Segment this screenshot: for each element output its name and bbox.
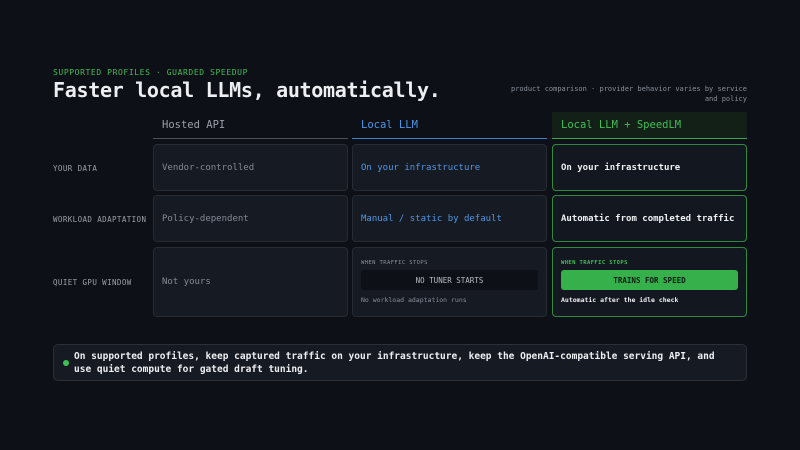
cell-text: Not yours — [162, 277, 211, 287]
summary-text: On supported profiles, keep captured tra… — [74, 350, 715, 375]
column-header-hosted-api: Hosted API — [153, 112, 348, 139]
cell-gpu-local: WHEN TRAFFIC STOPS NO TUNER STARTS No wo… — [352, 247, 547, 317]
row-label-workload-adaptation: WORKLOAD ADAPTATION — [53, 215, 147, 224]
cell-data-speedlm: On your infrastructure — [552, 144, 747, 191]
no-tuner-status: NO TUNER STARTS — [361, 270, 538, 290]
cell-gpu-speedlm: WHEN TRAFFIC STOPS TRAINS FOR SPEED Auto… — [552, 247, 747, 317]
cell-workload-hosted: Policy-dependent — [153, 195, 348, 242]
trains-for-speed-badge: TRAINS FOR SPEED — [561, 270, 738, 290]
cell-footnote: Automatic after the idle check — [561, 296, 679, 304]
cell-text: Vendor-controlled — [162, 162, 255, 173]
cell-text: On your infrastructure — [561, 162, 681, 173]
cell-workload-speedlm: Automatic from completed traffic — [552, 195, 747, 242]
cell-data-local: On your infrastructure — [352, 144, 547, 191]
cell-text: On your infrastructure — [361, 162, 481, 173]
cell-text: Policy-dependent — [162, 213, 249, 224]
cell-text: Manual / static by default — [361, 213, 502, 224]
column-header-local-llm: Local LLM — [352, 112, 547, 139]
cell-text: Automatic from completed traffic — [561, 213, 735, 224]
eyebrow-label: SUPPORTED PROFILES · GUARDED SPEEDUP — [53, 68, 248, 77]
status-dot-icon — [63, 359, 69, 366]
cell-data-hosted: Vendor-controlled — [153, 144, 348, 191]
cell-footnote: No workload adaptation runs — [361, 296, 467, 304]
row-label-your-data: YOUR DATA — [53, 164, 98, 173]
cell-gpu-hosted: Not yours — [153, 247, 348, 317]
page-title: Faster local LLMs, automatically. — [53, 78, 441, 102]
row-label-quiet-gpu-window: QUIET GPU WINDOW — [53, 278, 132, 287]
column-header-local-llm-speedlm: Local LLM + SpeedLM — [552, 112, 747, 139]
summary-banner: On supported profiles, keep captured tra… — [53, 344, 747, 381]
traffic-stops-label: WHEN TRAFFIC STOPS — [361, 260, 428, 266]
cell-workload-local: Manual / static by default — [352, 195, 547, 242]
comparison-note: product comparison · provider behavior v… — [510, 85, 747, 103]
traffic-stops-label: WHEN TRAFFIC STOPS — [561, 260, 628, 266]
